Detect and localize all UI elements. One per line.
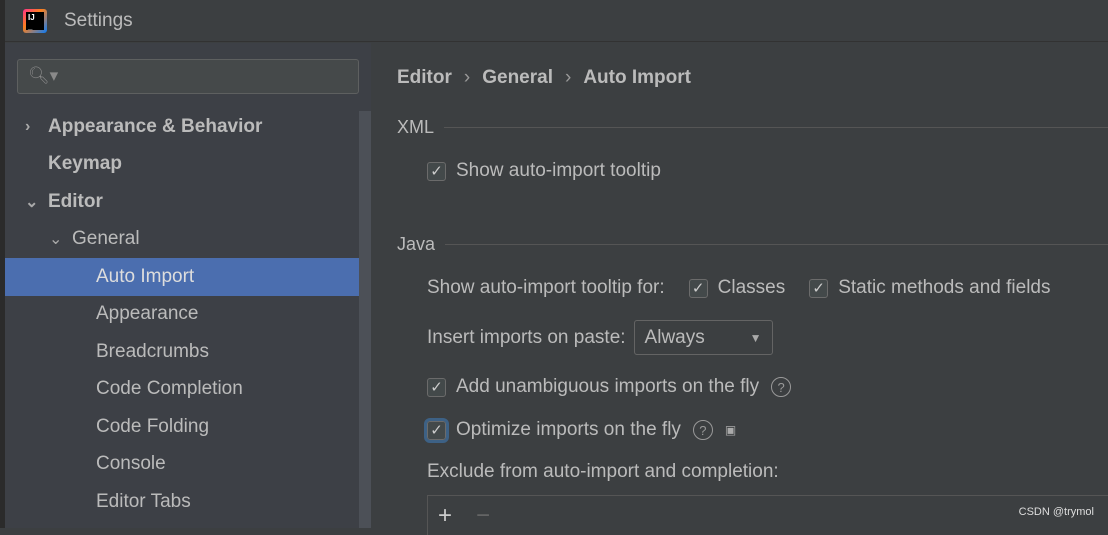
label: General bbox=[72, 228, 140, 250]
optimize-imports-checkbox[interactable]: ✓ Optimize imports on the fly? ▣ bbox=[424, 417, 736, 443]
search-input[interactable]: 🔍︎▾ bbox=[17, 59, 359, 94]
settings-tree: › Appearance & Behavior Keymap ⌄ Editor ⌄ G… bbox=[5, 108, 371, 521]
label: Show auto-import tooltip for: bbox=[427, 277, 665, 298]
label: Code Folding bbox=[96, 415, 210, 437]
label: Code Completion bbox=[96, 378, 243, 400]
add-unambiguous-checkbox[interactable]: ✓ Add unambiguous imports on the fly? bbox=[427, 376, 792, 398]
label: Classes bbox=[717, 277, 786, 298]
checkbox-checked-icon[interactable]: ✓ bbox=[427, 161, 446, 181]
breadcrumb: Editor › General › Auto Import bbox=[397, 67, 691, 88]
sidebar-item-keymap[interactable]: Keymap bbox=[5, 146, 371, 184]
dropdown-arrow-icon: ▼ bbox=[749, 330, 762, 345]
title-bar: IJ _ Settings bbox=[5, 0, 1108, 42]
settings-sidebar: 🔍︎▾ › Appearance & Behavior Keymap ⌄ Edito… bbox=[5, 43, 371, 528]
exclude-label: Exclude from auto-import and completion: bbox=[427, 461, 779, 483]
help-icon[interactable]: ? bbox=[771, 377, 792, 397]
label: Add unambiguous imports on the fly bbox=[456, 376, 760, 397]
checkbox-checked-icon[interactable]: ✓ bbox=[424, 417, 449, 443]
window-icon[interactable]: ▣ bbox=[725, 423, 736, 437]
section-title: XML bbox=[397, 117, 435, 137]
sidebar-item-general[interactable]: ⌄ General bbox=[5, 221, 371, 259]
label: Breadcrumbs bbox=[96, 340, 209, 362]
xml-show-tooltip-checkbox[interactable]: ✓ Show auto-import tooltip bbox=[427, 160, 661, 182]
sidebar-scrollbar[interactable] bbox=[359, 111, 371, 528]
sidebar-item-breadcrumbs[interactable]: Breadcrumbs bbox=[5, 333, 371, 371]
label: Appearance bbox=[96, 303, 199, 325]
label: Editor bbox=[48, 190, 103, 212]
checkbox-checked-icon[interactable]: ✓ bbox=[688, 278, 708, 298]
label: Keymap bbox=[48, 153, 122, 175]
sidebar-item-code-completion[interactable]: Code Completion bbox=[5, 371, 371, 409]
label: Editor Tabs bbox=[96, 490, 191, 512]
breadcrumb-item: Auto Import bbox=[583, 67, 691, 88]
checkbox-checked-icon[interactable]: ✓ bbox=[427, 377, 446, 397]
java-section-header: Java bbox=[397, 234, 1108, 255]
chevron-right-icon[interactable]: › bbox=[25, 118, 30, 136]
classes-checkbox[interactable]: ✓ Classes bbox=[688, 277, 786, 299]
tooltip-for-row: Show auto-import tooltip for: ✓ Classes ✓… bbox=[427, 277, 1051, 299]
help-icon[interactable]: ? bbox=[692, 420, 713, 440]
chevron-down-icon[interactable]: ⌄ bbox=[25, 192, 38, 212]
static-methods-checkbox[interactable]: ✓ Static methods and fields bbox=[809, 277, 1051, 299]
label: Exclude from auto-import and completion: bbox=[427, 461, 779, 482]
label: Show auto-import tooltip bbox=[456, 160, 661, 181]
section-title: Java bbox=[397, 234, 436, 254]
search-icon: 🔍︎▾ bbox=[28, 66, 59, 85]
label: Console bbox=[96, 453, 166, 475]
intellij-logo-icon: IJ _ bbox=[23, 8, 47, 33]
add-icon[interactable]: + bbox=[438, 502, 452, 530]
insert-imports-row: Insert imports on paste: Always ▼ bbox=[427, 320, 773, 355]
window-title: Settings bbox=[64, 9, 133, 31]
checkbox-checked-icon[interactable]: ✓ bbox=[809, 278, 829, 298]
label: Static methods and fields bbox=[838, 277, 1051, 298]
label: Optimize imports on the fly bbox=[456, 419, 681, 440]
watermark: CSDN @trymol bbox=[1018, 506, 1094, 518]
dropdown-value: Always bbox=[644, 326, 705, 348]
exclude-table: + − bbox=[427, 495, 1108, 535]
settings-content: Editor › General › Auto Import XML ✓ Show aut… bbox=[371, 43, 1108, 535]
sidebar-item-editor-tabs[interactable]: Editor Tabs bbox=[5, 483, 371, 521]
sidebar-item-code-folding[interactable]: Code Folding bbox=[5, 408, 371, 446]
label: Appearance & Behavior bbox=[48, 115, 263, 137]
breadcrumb-item[interactable]: Editor bbox=[397, 67, 452, 88]
label: Auto Import bbox=[96, 265, 195, 287]
sidebar-item-console[interactable]: Console bbox=[5, 446, 371, 484]
sidebar-item-appearance-behavior[interactable]: › Appearance & Behavior bbox=[5, 108, 371, 146]
sidebar-item-editor[interactable]: ⌄ Editor bbox=[5, 183, 371, 221]
remove-icon[interactable]: − bbox=[476, 502, 490, 530]
xml-section-header: XML bbox=[397, 117, 1108, 138]
breadcrumb-item[interactable]: General bbox=[482, 67, 553, 88]
insert-imports-dropdown[interactable]: Always ▼ bbox=[633, 320, 773, 355]
sidebar-item-appearance[interactable]: Appearance bbox=[5, 296, 371, 334]
chevron-down-icon[interactable]: ⌄ bbox=[49, 229, 62, 249]
label: Insert imports on paste: bbox=[427, 326, 626, 348]
sidebar-item-auto-import[interactable]: Auto Import bbox=[5, 258, 371, 296]
